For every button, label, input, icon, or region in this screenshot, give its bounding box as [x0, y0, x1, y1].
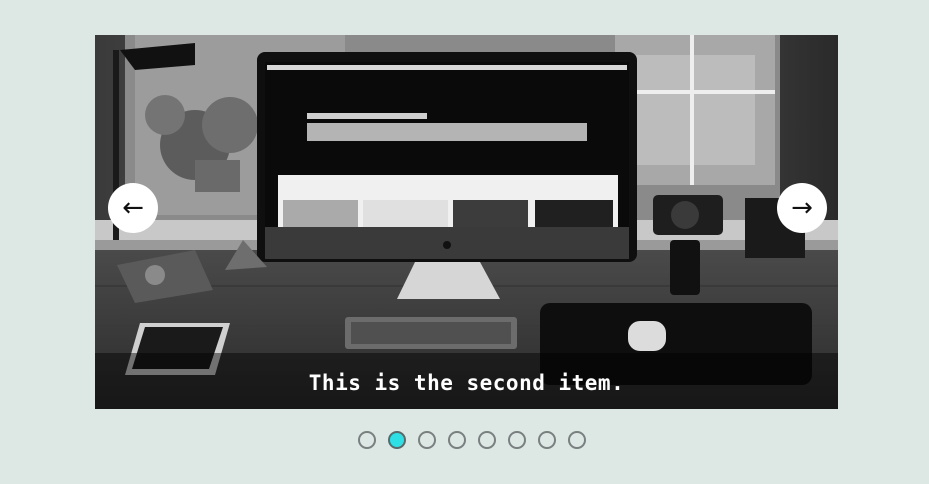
slide-dot-2[interactable]: [388, 431, 406, 449]
slide-dot-7[interactable]: [538, 431, 556, 449]
slide-indicators: [358, 431, 586, 451]
image-carousel: This is the second item. ← →: [95, 35, 838, 409]
slide-dot-6[interactable]: [508, 431, 526, 449]
arrow-left-icon: ←: [122, 193, 144, 223]
slide-dot-5[interactable]: [478, 431, 496, 449]
previous-slide-button[interactable]: ←: [108, 183, 158, 233]
slide-caption: This is the second item.: [308, 371, 625, 395]
slide-dot-1[interactable]: [358, 431, 376, 449]
slide-dot-8[interactable]: [568, 431, 586, 449]
arrow-right-icon: →: [791, 193, 813, 223]
slide-dot-3[interactable]: [418, 431, 436, 449]
slide-dot-4[interactable]: [448, 431, 466, 449]
next-slide-button[interactable]: →: [777, 183, 827, 233]
